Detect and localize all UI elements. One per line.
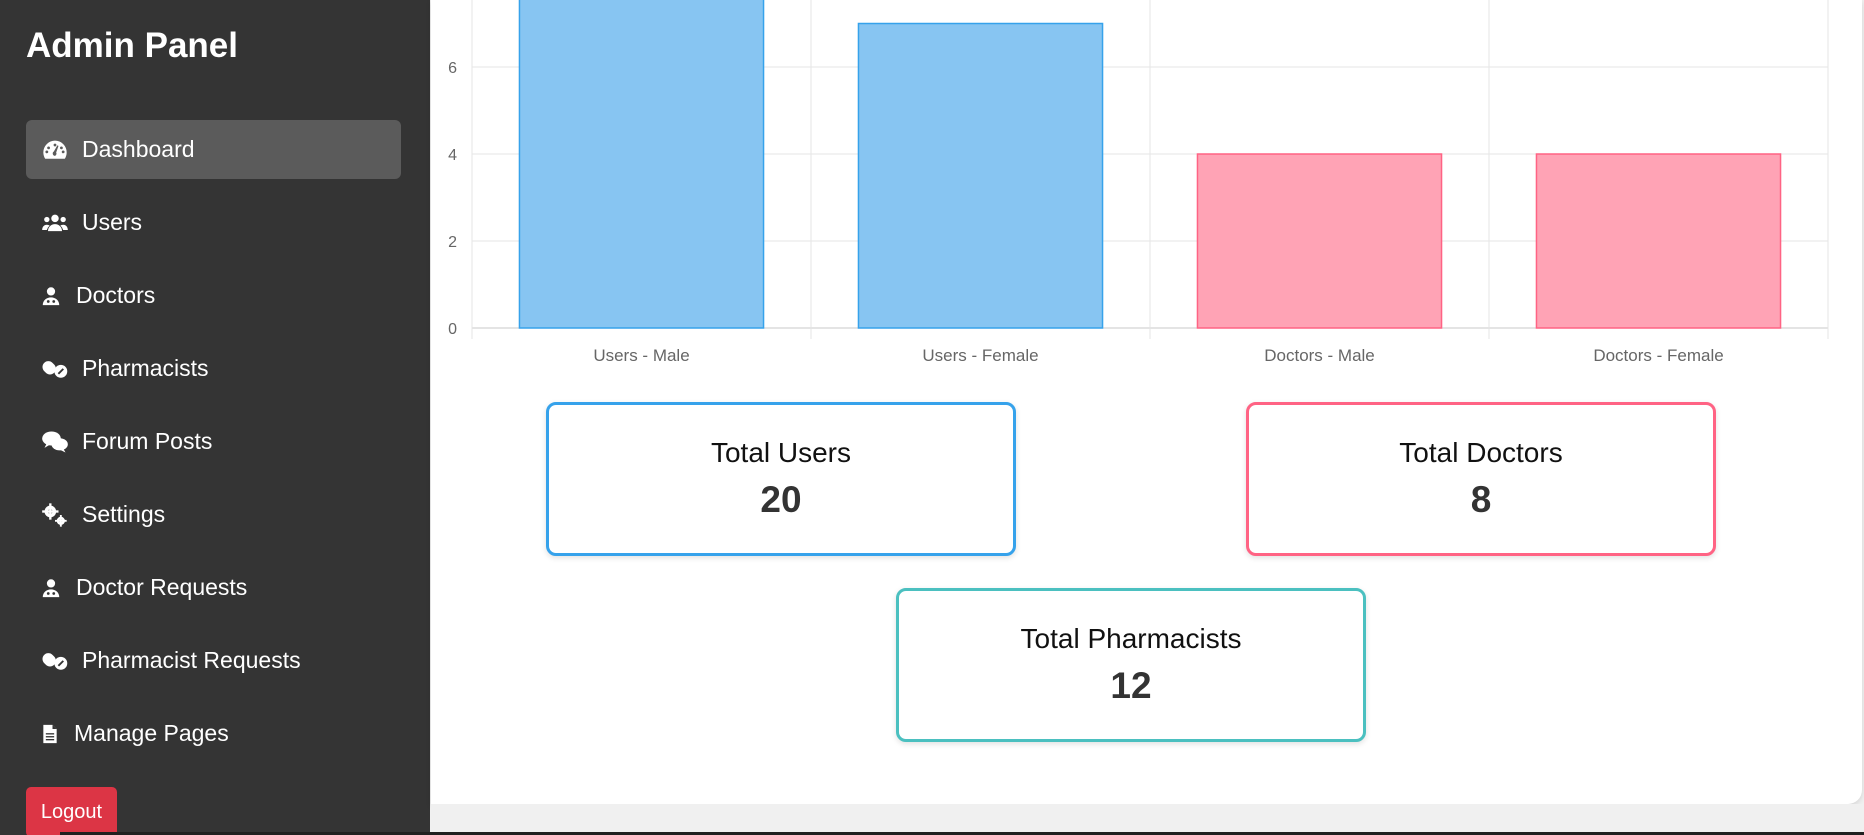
- stat-value: 8: [1470, 479, 1492, 520]
- y-tick-label: 0: [448, 321, 457, 338]
- sidebar-item-label: Doctor Requests: [76, 574, 248, 600]
- pills-icon: [40, 646, 70, 676]
- x-tick-label: Doctors - Male: [1264, 346, 1375, 365]
- chart-bar: [1535, 153, 1782, 329]
- sidebar-item-label: Users: [82, 209, 143, 235]
- stat-title: Total Pharmacists: [1020, 623, 1242, 654]
- sidebar-item-manage-pages[interactable]: Manage Pages: [26, 704, 401, 763]
- sidebar-item-label: Pharmacists: [82, 355, 209, 381]
- bar-chart: 0 2 4 6 Users - Male Users - Female Doctors - …: [448, 0, 1829, 365]
- sidebar-item-users[interactable]: Users: [26, 193, 401, 252]
- chart-bar: [518, 0, 765, 329]
- sidebar-item-label: Settings: [82, 501, 166, 527]
- doctor-icon: [40, 573, 62, 603]
- sidebar: Admin Panel Dashboard Users Doctors Phar…: [0, 0, 430, 835]
- sidebar-item-doctor-requests[interactable]: Doctor Requests: [26, 558, 401, 617]
- x-tick-label: Users - Female: [922, 346, 1038, 365]
- stat-title: Total Users: [710, 437, 852, 468]
- users-icon: [40, 208, 70, 238]
- logout-button[interactable]: Logout: [26, 787, 117, 835]
- chart-bar: [1196, 153, 1443, 329]
- stat-title: Total Doctors: [1399, 437, 1563, 468]
- sidebar-item-pharmacists[interactable]: Pharmacists: [26, 339, 401, 398]
- stat-card-doctors: Total Doctors 8: [1246, 402, 1716, 556]
- gears-icon: [40, 500, 70, 530]
- chart-bar: [857, 22, 1104, 329]
- sidebar-item-doctors[interactable]: Doctors: [26, 266, 401, 325]
- sidebar-item-label: Forum Posts: [82, 428, 213, 454]
- sidebar-item-forum-posts[interactable]: Forum Posts: [26, 412, 401, 471]
- file-icon: [40, 719, 60, 749]
- x-tick-label: Users - Male: [593, 346, 689, 365]
- x-tick-label: Doctors - Female: [1593, 346, 1723, 365]
- sidebar-item-label: Manage Pages: [74, 720, 229, 746]
- stat-value: 20: [760, 479, 802, 520]
- sidebar-item-label: Doctors: [76, 282, 156, 308]
- stat-card-users: Total Users 20: [546, 402, 1016, 556]
- sidebar-item-settings[interactable]: Settings: [26, 485, 401, 544]
- sidebar-item-label: Dashboard: [82, 136, 195, 162]
- y-tick-label: 4: [448, 147, 457, 164]
- sidebar-item-label: Pharmacist Requests: [82, 647, 301, 673]
- y-tick-label: 2: [448, 234, 457, 251]
- sidebar-item-pharmacist-requests[interactable]: Pharmacist Requests: [26, 631, 401, 690]
- main-content: 0 2 4 6 Users - Male Users - Female Doctors - …: [431, 0, 1862, 804]
- dashboard-icon: [40, 135, 70, 165]
- page-background: [431, 804, 1864, 835]
- comments-icon: [40, 427, 70, 457]
- stat-card-pharmacists: Total Pharmacists 12: [896, 588, 1366, 742]
- brand-title: Admin Panel: [26, 26, 238, 65]
- y-tick-label: 6: [448, 60, 457, 77]
- sidebar-item-dashboard[interactable]: Dashboard: [26, 120, 401, 179]
- doctor-icon: [40, 281, 62, 311]
- pills-icon: [40, 354, 70, 384]
- stat-value: 12: [1110, 665, 1152, 706]
